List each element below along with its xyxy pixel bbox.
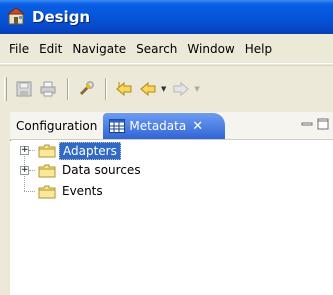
tree-connector xyxy=(29,150,35,151)
wrench-icon[interactable] xyxy=(75,78,97,100)
forward-arrow-icon[interactable] xyxy=(170,78,192,100)
folder-icon xyxy=(38,185,56,199)
metadata-table-icon xyxy=(109,119,126,133)
save-icon[interactable] xyxy=(13,78,35,100)
folder-icon xyxy=(38,164,56,178)
minimize-icon[interactable] xyxy=(301,118,313,133)
menu-navigate[interactable]: Navigate xyxy=(67,42,131,56)
expand-icon[interactable]: + xyxy=(20,166,29,175)
back-history-icon[interactable] xyxy=(113,78,135,100)
tab-metadata[interactable]: Metadata ✕ xyxy=(103,113,226,139)
menu-help[interactable]: Help xyxy=(240,42,277,56)
maximize-icon[interactable] xyxy=(317,118,329,133)
tree-connector xyxy=(29,170,35,171)
tree-node-label: Data sources xyxy=(62,163,141,177)
folder-icon xyxy=(38,144,56,158)
menu-window[interactable]: Window xyxy=(182,42,239,56)
title-bar[interactable]: Design xyxy=(0,0,333,34)
tab-metadata-label: Metadata xyxy=(129,119,187,133)
tree-node-label: Adapters xyxy=(59,142,121,160)
close-icon[interactable]: ✕ xyxy=(192,119,203,134)
menu-bar: File Edit Navigate Search Window Help xyxy=(0,34,333,64)
back-dropdown-icon[interactable]: ▼ xyxy=(161,85,166,93)
menu-file[interactable]: File xyxy=(4,42,34,56)
tree-node-label: Events xyxy=(62,184,103,198)
menu-search[interactable]: Search xyxy=(131,42,182,56)
toolbar-separator xyxy=(105,77,107,100)
toolbar-grip[interactable] xyxy=(4,76,7,101)
tab-configuration[interactable]: Configuration xyxy=(10,113,103,139)
toolbar-separator xyxy=(67,77,69,100)
main-toolbar: ▼ ▼ xyxy=(0,65,333,111)
window-title: Design xyxy=(32,8,91,26)
view-controls xyxy=(301,118,329,133)
expand-icon[interactable]: + xyxy=(20,146,29,155)
view-tab-row: Configuration Metadata ✕ xyxy=(10,112,333,140)
forward-dropdown-icon[interactable]: ▼ xyxy=(194,85,199,93)
menu-edit[interactable]: Edit xyxy=(34,42,67,56)
print-icon[interactable] xyxy=(37,78,59,100)
tree-connector xyxy=(24,191,35,192)
back-arrow-icon[interactable] xyxy=(137,78,159,100)
design-app-icon xyxy=(6,7,28,27)
metadata-tree: + Adapters + Data sources Events xyxy=(10,141,333,295)
